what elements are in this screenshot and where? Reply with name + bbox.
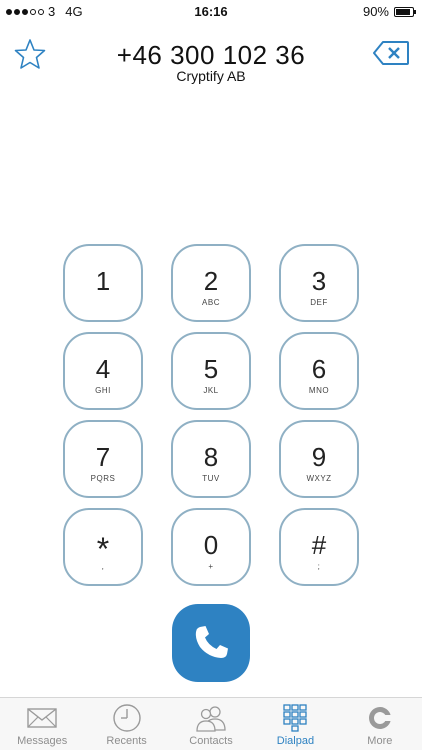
key-hash[interactable]: # ; (279, 508, 359, 586)
key-digit: 9 (311, 442, 327, 472)
tab-label: More (367, 735, 393, 747)
key-letters: + (208, 562, 214, 571)
tab-label: Dialpad (276, 735, 315, 747)
key-letters: DEF (310, 298, 328, 307)
key-digit: 1 (95, 266, 111, 296)
key-letters: TUV (202, 474, 220, 483)
key-letters: ; (317, 562, 321, 571)
key-5[interactable]: 5 JKL (171, 332, 251, 410)
dialpad-icon (279, 703, 311, 733)
tab-label: Contacts (189, 735, 233, 747)
key-0[interactable]: 0 + (171, 508, 251, 586)
backspace-icon[interactable] (372, 40, 410, 66)
key-digit: # (311, 530, 327, 560)
tab-contacts[interactable]: Contacts (169, 698, 253, 750)
key-1[interactable]: 1 (63, 244, 143, 322)
status-bar: 3 4G 16:16 90% (0, 0, 422, 22)
status-right: 90% (362, 4, 416, 19)
key-digit: 6 (311, 354, 327, 384)
tab-messages[interactable]: Messages (0, 698, 84, 750)
battery-fill (396, 8, 411, 15)
messages-icon (26, 703, 58, 733)
star-outline-icon[interactable] (14, 38, 46, 70)
key-letters: MNO (308, 386, 330, 395)
contact-name: Cryptify AB (176, 68, 246, 84)
key-digit: 3 (311, 266, 327, 296)
status-time: 16:16 (194, 4, 228, 19)
phone-icon (195, 626, 228, 658)
key-digit: 4 (95, 354, 111, 384)
phone-number-display: +46 300 102 36 (116, 40, 306, 70)
key-4[interactable]: 4 GHI (63, 332, 143, 410)
tab-bar: Messages Recents Contacts Dialpad More (0, 697, 422, 750)
key-letters: JKL (203, 386, 219, 395)
key-letters: ABC (202, 298, 220, 307)
key-2[interactable]: 2 ABC (171, 244, 251, 322)
key-letters: , (101, 562, 105, 571)
key-star[interactable]: * , (63, 508, 143, 586)
key-digit: 0 (203, 530, 219, 560)
tab-more[interactable]: More (338, 698, 422, 750)
key-letters: PQRS (90, 474, 116, 483)
key-digit: 2 (203, 266, 219, 296)
tab-dialpad[interactable]: Dialpad (253, 698, 337, 750)
key-letters: GHI (95, 386, 111, 395)
key-digit: 5 (203, 354, 219, 384)
key-letters: WXYZ (306, 474, 332, 483)
tab-label: Messages (17, 735, 68, 747)
battery-percent: 90% (362, 4, 389, 19)
contacts-icon (195, 703, 227, 733)
dialpad-keys: 1 2 ABC 3 DEF 4 GHI 5 JKL 6 MNO 7 PQRS 8… (63, 244, 359, 586)
key-7[interactable]: 7 PQRS (63, 420, 143, 498)
key-3[interactable]: 3 DEF (279, 244, 359, 322)
key-8[interactable]: 8 TUV (171, 420, 251, 498)
battery-icon (394, 6, 416, 17)
key-digit: 7 (95, 442, 111, 472)
tab-recents[interactable]: Recents (84, 698, 168, 750)
more-icon (364, 703, 396, 733)
key-digit: 8 (203, 442, 219, 472)
clock-icon (111, 703, 143, 733)
key-6[interactable]: 6 MNO (279, 332, 359, 410)
dialer-header: +46 300 102 36 Cryptify AB (0, 30, 422, 90)
call-button[interactable] (172, 604, 250, 682)
key-digit: * (96, 531, 110, 567)
key-9[interactable]: 9 WXYZ (279, 420, 359, 498)
tab-label: Recents (106, 735, 147, 747)
